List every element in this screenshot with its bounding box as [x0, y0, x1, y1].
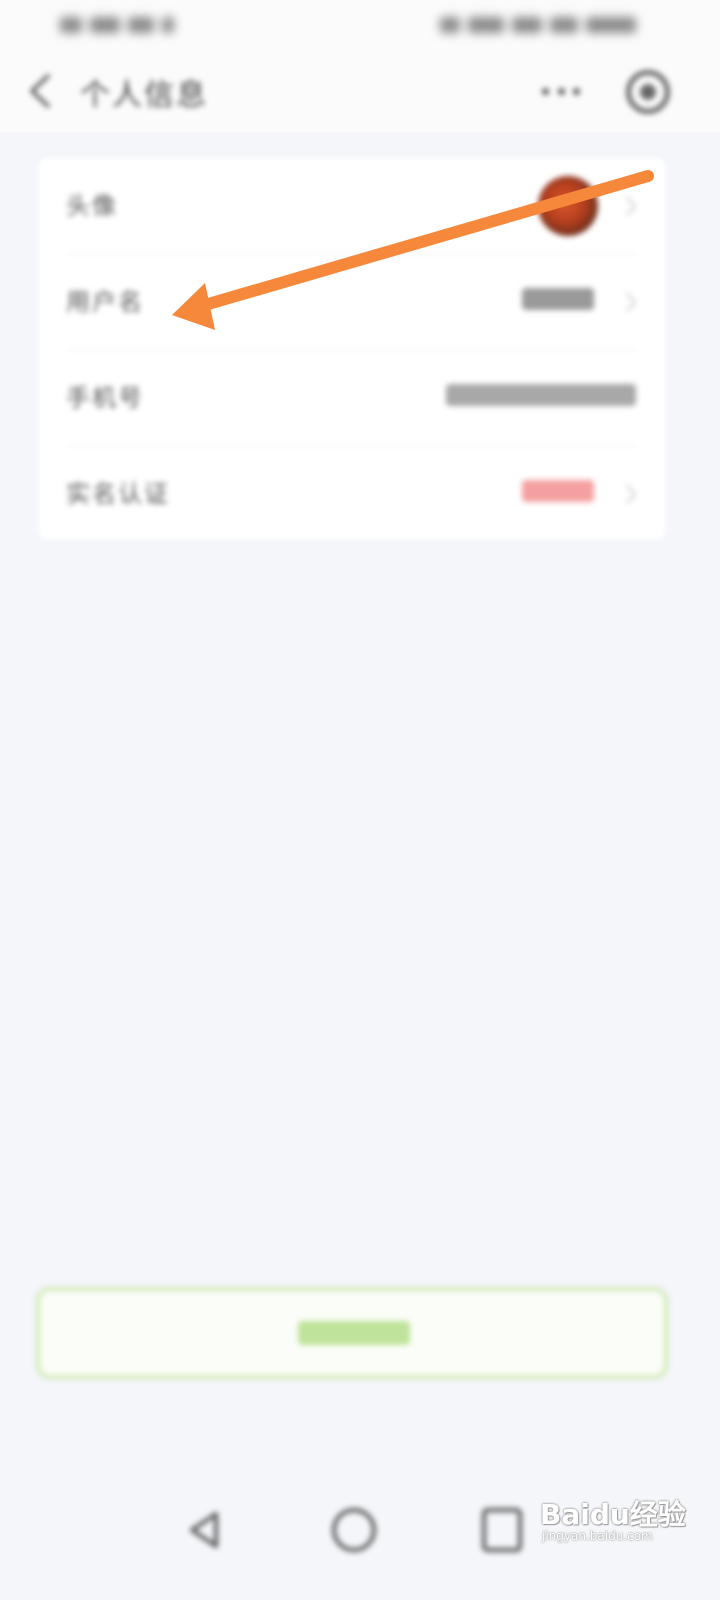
verification-status [522, 480, 594, 502]
row-username[interactable]: 用户名 [38, 254, 666, 350]
chevron-right-icon [626, 196, 637, 216]
status-right-indicators [440, 12, 645, 38]
status-bar [0, 0, 720, 50]
back-arrow-icon[interactable] [24, 68, 64, 114]
nav-back-icon[interactable] [182, 1508, 226, 1552]
chevron-right-icon [626, 292, 637, 312]
avatar [538, 176, 598, 236]
more-options-icon[interactable] [542, 76, 580, 106]
row-real-name-verification[interactable]: 实名认证 [38, 446, 666, 542]
watermark-sub: jingyan.baidu.com [542, 1529, 653, 1543]
nav-home-icon[interactable] [332, 1508, 376, 1552]
row-label-username: 用户名 [66, 288, 144, 316]
logout-button[interactable] [36, 1287, 668, 1379]
page-title: 个人信息 [80, 78, 208, 113]
row-label-phone: 手机号 [66, 384, 144, 412]
mini-program-close-icon[interactable] [626, 70, 670, 114]
top-bar: 个人信息 [0, 50, 720, 132]
row-phone: 手机号 [38, 350, 666, 446]
status-left-indicators [60, 12, 190, 38]
logout-button-label [298, 1321, 410, 1345]
phone-value [446, 384, 636, 406]
nav-recent-apps-icon[interactable] [482, 1508, 522, 1552]
profile-info-card: 头像 用户名 手机号 实名认证 [38, 158, 666, 540]
baidu-jingyan-watermark: Baidu经验 jingyan.baidu.com [540, 1493, 686, 1553]
row-label-avatar: 头像 [66, 192, 118, 220]
row-avatar[interactable]: 头像 [38, 158, 666, 254]
chevron-right-icon [626, 484, 637, 504]
watermark-main: Baidu经验 [540, 1498, 686, 1531]
row-label-verification: 实名认证 [66, 480, 170, 508]
username-value [522, 288, 594, 310]
